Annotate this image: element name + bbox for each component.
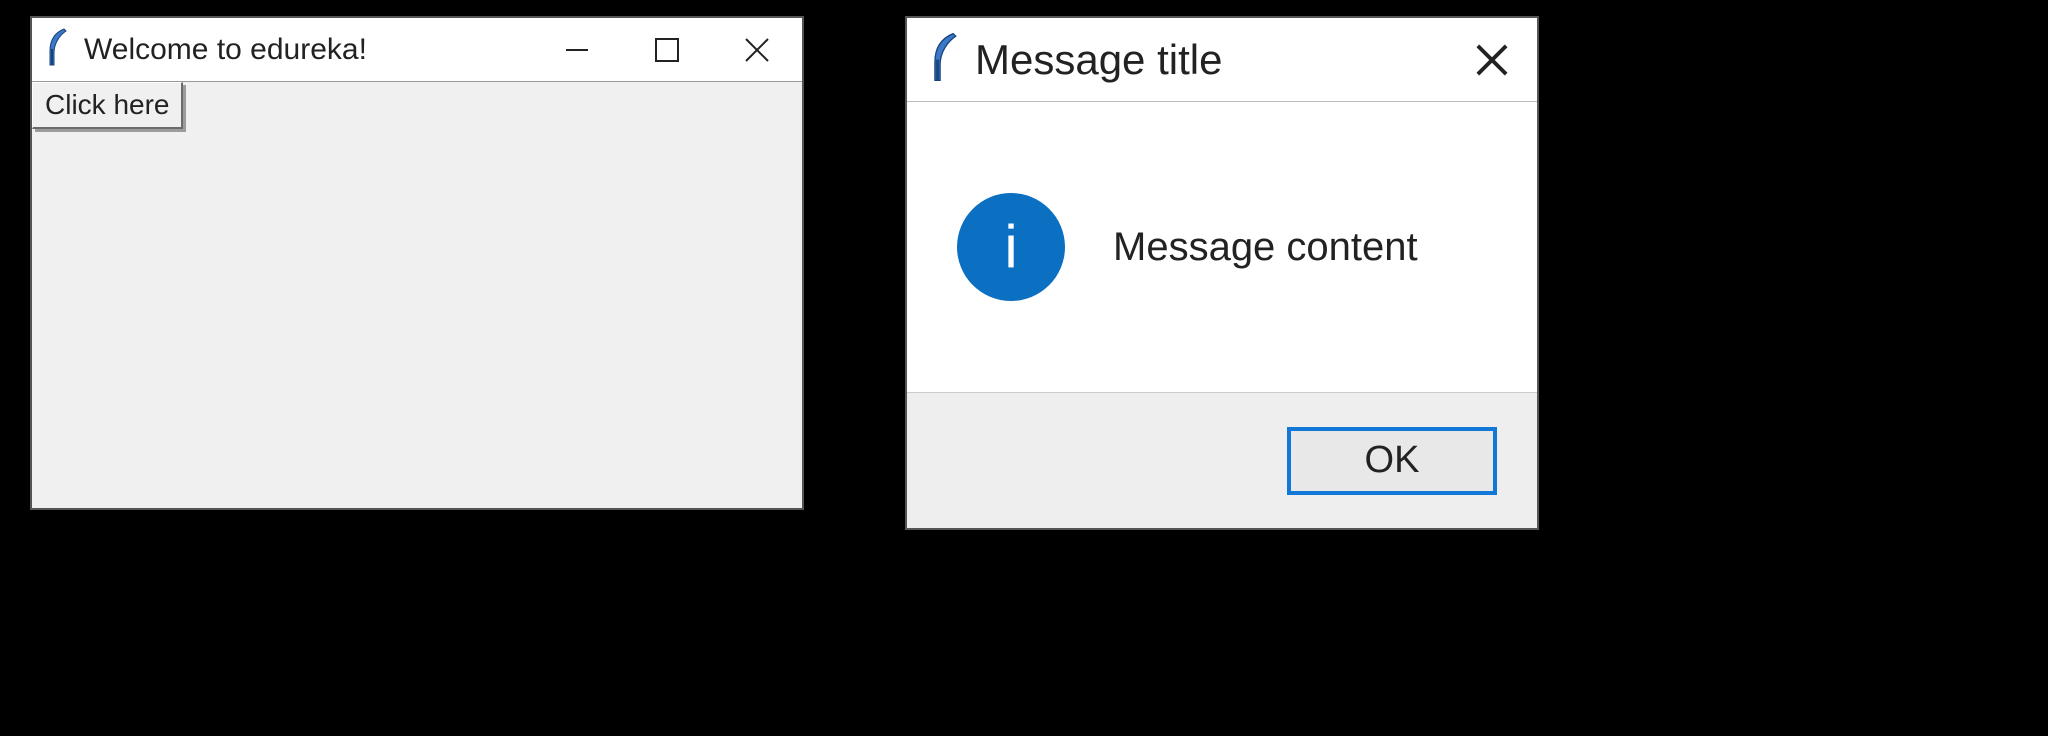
messagebox-window: Message title i Message content OK (905, 16, 1539, 530)
maximize-icon (654, 37, 680, 63)
titlebar[interactable]: Welcome to edureka! (32, 18, 802, 82)
close-icon (743, 36, 771, 64)
close-icon (1474, 42, 1510, 78)
click-here-button[interactable]: Click here (32, 82, 183, 129)
ok-button[interactable]: OK (1287, 427, 1497, 495)
minimize-icon (562, 35, 592, 65)
window-title: Welcome to edureka! (84, 33, 532, 67)
messagebox-body: i Message content (907, 102, 1537, 392)
messagebox-footer: OK (907, 392, 1537, 528)
window-controls (532, 18, 802, 81)
feather-icon (44, 27, 70, 72)
main-window: Welcome to edureka! (30, 16, 804, 510)
minimize-button[interactable] (532, 18, 622, 81)
messagebox-titlebar[interactable]: Message title (907, 18, 1537, 102)
maximize-button[interactable] (622, 18, 712, 81)
close-button[interactable] (712, 18, 802, 81)
info-icon: i (957, 193, 1065, 301)
info-glyph: i (1004, 217, 1017, 277)
messagebox-title: Message title (975, 36, 1447, 84)
client-area: Click here (32, 82, 802, 508)
messagebox-close-button[interactable] (1447, 18, 1537, 101)
messagebox-content: Message content (1113, 225, 1418, 270)
feather-icon (927, 31, 961, 88)
